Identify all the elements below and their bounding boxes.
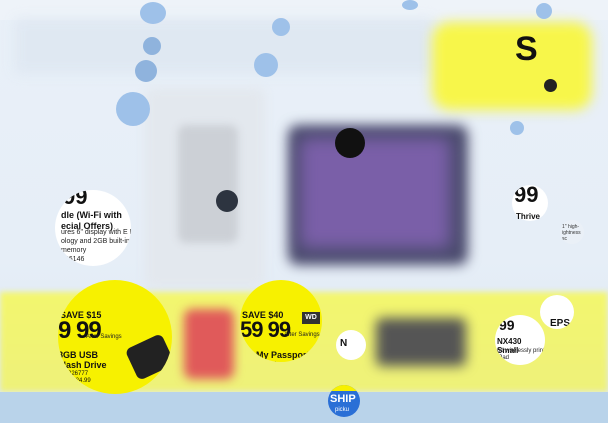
printer-description: nd wirelessly prints iPad xyxy=(497,348,545,361)
bubble xyxy=(135,60,157,82)
bottom-bar xyxy=(0,392,608,423)
spec-text: 1" high- ightness sc xyxy=(560,220,584,244)
nav-label: N xyxy=(336,330,366,360)
usb-after-savings: After Savings xyxy=(86,334,122,340)
wd-logo: WD xyxy=(302,312,320,324)
tablet-price: 99 xyxy=(514,185,539,207)
tablet-title: Thrive xyxy=(516,212,541,221)
top-navigation xyxy=(0,0,608,20)
product-image-red[interactable] xyxy=(184,309,234,379)
bubble xyxy=(143,37,161,55)
printer-deal-card[interactable]: 99 NX430 Small nd wirelessly prints iPad xyxy=(495,315,545,365)
usb-name: 8GB USB Flash Drive xyxy=(58,350,107,370)
header-banner xyxy=(14,18,434,74)
dark-spot xyxy=(216,190,238,212)
bubble xyxy=(402,0,418,10)
bubble xyxy=(116,92,150,126)
ship-sub: picku xyxy=(335,407,350,413)
bubble xyxy=(536,3,552,19)
usb-deal-card[interactable]: SAVE $15 9 99 After Savings 8GB USB Flas… xyxy=(58,280,172,394)
ship-label: SHIP xyxy=(330,393,356,405)
hdd-price: 59 99 xyxy=(240,317,291,342)
epson-logo: EPS xyxy=(540,295,574,329)
hdd-deal-card[interactable]: SAVE $40 59 99 After Savings GB My Passp… xyxy=(240,280,322,362)
hdd-name: GB My Passport™ 3.0/2.0 H xyxy=(240,350,319,362)
ship-bar xyxy=(328,385,360,391)
kindle-price: 99 xyxy=(63,190,88,209)
bubble xyxy=(140,2,166,24)
usb-price: 9 99 xyxy=(58,317,102,344)
promo-badge[interactable] xyxy=(432,22,592,110)
printer-price: 99 xyxy=(499,317,515,333)
promo-letter: S xyxy=(515,30,538,68)
product-image-dark[interactable] xyxy=(376,318,466,366)
bubble xyxy=(272,18,290,36)
hdd-after-savings: After Savings xyxy=(284,332,320,338)
promo-dot xyxy=(544,79,557,92)
kindle-price-card[interactable]: 99 dle (Wi-Fi with ecial Offers) ures 6"… xyxy=(55,190,131,266)
bubble xyxy=(254,53,278,77)
bubble xyxy=(510,121,524,135)
kindle-description: ures 6" display with E Ink ology and 2GB… xyxy=(61,229,131,263)
dark-spot xyxy=(335,128,365,158)
usb-sku: #: 9226777 Reg. $24.99 xyxy=(58,371,91,384)
tablet-screen xyxy=(300,138,450,248)
kindle-image xyxy=(178,125,238,243)
ship-badge[interactable]: SHIP picku xyxy=(328,385,360,417)
